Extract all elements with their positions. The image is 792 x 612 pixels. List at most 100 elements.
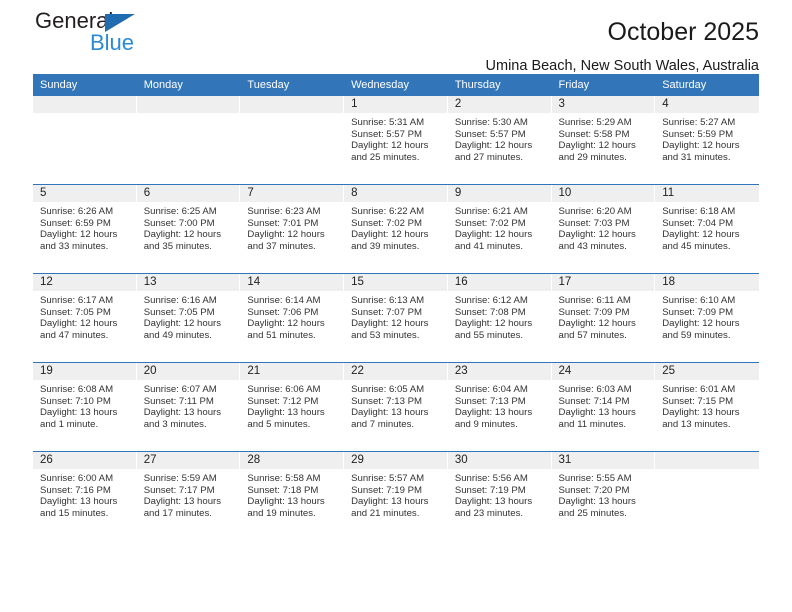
calendar-day-cell[interactable]: 23 Sunrise: 6:04 AM Sunset: 7:13 PM Dayligh… xyxy=(447,362,552,452)
calendar-day-cell[interactable]: 27 Sunrise: 5:59 AM Sunset: 7:17 PM Dayligh… xyxy=(136,452,241,541)
calendar-day-cell[interactable]: 6 Sunrise: 6:25 AM Sunset: 7:00 PM Daylight… xyxy=(136,184,241,274)
calendar-day-cell[interactable]: 9 Sunrise: 6:21 AM Sunset: 7:02 PM Daylight… xyxy=(447,184,552,274)
day-detail-line: Sunset: 7:01 PM xyxy=(247,217,319,229)
day-cell-inner: 11 Sunrise: 6:18 AM Sunset: 7:04 PM Dayligh… xyxy=(655,185,759,273)
calendar-empty-cell xyxy=(136,96,241,185)
day-details: Sunrise: 6:21 AM Sunset: 7:02 PM Daylight:… xyxy=(448,202,552,253)
day-detail-line: Daylight: 13 hours xyxy=(558,496,636,508)
weekday-header-wednesday: Wednesday xyxy=(344,74,448,96)
day-number: 31 xyxy=(551,452,656,469)
day-detail-line: Daylight: 13 hours xyxy=(662,407,740,419)
location-subtitle: Umina Beach, New South Wales, Australia xyxy=(485,58,759,74)
day-detail-line: Daylight: 12 hours xyxy=(247,318,325,330)
day-cell-inner: 7 Sunrise: 6:23 AM Sunset: 7:01 PM Daylight… xyxy=(240,185,345,273)
calendar-day-cell[interactable]: 7 Sunrise: 6:23 AM Sunset: 7:01 PM Daylight… xyxy=(240,184,345,274)
calendar-day-cell[interactable]: 4 Sunrise: 5:27 AM Sunset: 5:59 PM Daylight… xyxy=(655,96,759,185)
weekday-header-tuesday: Tuesday xyxy=(240,74,345,96)
calendar-day-cell[interactable]: 31 Sunrise: 5:55 AM Sunset: 7:20 PM Dayligh… xyxy=(551,452,656,541)
day-details: Sunrise: 6:23 AM Sunset: 7:01 PM Daylight:… xyxy=(240,202,344,253)
day-details: Sunrise: 5:55 AM Sunset: 7:20 PM Daylight:… xyxy=(552,469,656,520)
day-detail-line: and 3 minutes. xyxy=(143,419,207,431)
day-detail-line: Sunrise: 6:20 AM xyxy=(558,206,632,217)
calendar-week-row: 1 Sunrise: 5:31 AM Sunset: 5:57 PM Daylight… xyxy=(33,96,759,185)
day-number: 25 xyxy=(655,363,759,380)
calendar-day-cell[interactable]: 22 Sunrise: 6:05 AM Sunset: 7:13 PM Dayligh… xyxy=(344,362,448,452)
day-cell-inner: 20 Sunrise: 6:07 AM Sunset: 7:11 PM Dayligh… xyxy=(136,363,241,451)
day-detail-line: Sunrise: 5:56 AM xyxy=(454,473,528,484)
day-detail-line: Sunset: 7:09 PM xyxy=(558,306,630,318)
calendar-day-cell[interactable]: 3 Sunrise: 5:29 AM Sunset: 5:58 PM Daylight… xyxy=(551,96,656,185)
day-detail-line: and 7 minutes. xyxy=(351,419,415,431)
day-cell-inner: 28 Sunrise: 5:58 AM Sunset: 7:18 PM Dayligh… xyxy=(240,452,345,540)
calendar-day-cell[interactable]: 25 Sunrise: 6:01 AM Sunset: 7:15 PM Dayligh… xyxy=(655,362,759,452)
calendar-day-cell[interactable]: 26 Sunrise: 6:00 AM Sunset: 7:16 PM Dayligh… xyxy=(33,452,137,541)
calendar-day-cell[interactable]: 11 Sunrise: 6:18 AM Sunset: 7:04 PM Dayligh… xyxy=(655,184,759,274)
calendar-day-cell[interactable]: 16 Sunrise: 6:12 AM Sunset: 7:08 PM Dayligh… xyxy=(447,273,552,363)
day-detail-line: Daylight: 12 hours xyxy=(662,229,740,241)
calendar-day-cell[interactable]: 14 Sunrise: 6:14 AM Sunset: 7:06 PM Dayligh… xyxy=(240,273,345,363)
day-detail-line: and 5 minutes. xyxy=(247,419,311,431)
day-details: Sunrise: 5:57 AM Sunset: 7:19 PM Daylight:… xyxy=(344,469,448,520)
day-cell-inner: 19 Sunrise: 6:08 AM Sunset: 7:10 PM Dayligh… xyxy=(33,363,137,451)
day-detail-line: Sunrise: 6:01 AM xyxy=(662,384,736,395)
day-details: Sunrise: 5:27 AM Sunset: 5:59 PM Daylight:… xyxy=(655,113,759,164)
day-cell-inner: 29 Sunrise: 5:57 AM Sunset: 7:19 PM Dayligh… xyxy=(344,452,448,540)
day-detail-line: Sunrise: 6:17 AM xyxy=(40,295,114,306)
calendar-day-cell[interactable]: 17 Sunrise: 6:11 AM Sunset: 7:09 PM Dayligh… xyxy=(551,273,656,363)
day-number: 12 xyxy=(33,274,137,291)
day-number: 23 xyxy=(447,363,552,380)
day-detail-line: Sunset: 7:20 PM xyxy=(558,484,630,496)
calendar-day-cell[interactable]: 5 Sunrise: 6:26 AM Sunset: 6:59 PM Daylight… xyxy=(33,184,137,274)
day-details: Sunrise: 6:25 AM Sunset: 7:00 PM Daylight:… xyxy=(137,202,241,253)
day-detail-line: and 41 minutes. xyxy=(454,241,524,253)
calendar-day-cell[interactable]: 18 Sunrise: 6:10 AM Sunset: 7:09 PM Dayligh… xyxy=(655,273,759,363)
day-detail-line: Daylight: 12 hours xyxy=(558,318,636,330)
day-detail-line: Sunset: 7:10 PM xyxy=(40,395,111,407)
calendar-day-cell[interactable]: 21 Sunrise: 6:06 AM Sunset: 7:12 PM Dayligh… xyxy=(240,362,345,452)
day-details xyxy=(137,113,241,117)
day-detail-line: Daylight: 12 hours xyxy=(558,229,636,241)
day-number: 26 xyxy=(33,452,137,469)
day-number: 19 xyxy=(33,363,137,380)
day-detail-line: Daylight: 13 hours xyxy=(454,407,533,419)
day-detail-line: Sunset: 7:07 PM xyxy=(351,306,423,318)
day-details: Sunrise: 5:29 AM Sunset: 5:58 PM Daylight:… xyxy=(552,113,656,164)
day-detail-line: and 11 minutes. xyxy=(558,419,627,431)
day-detail-line: and 35 minutes. xyxy=(143,241,212,253)
day-detail-line: Sunset: 7:13 PM xyxy=(351,395,423,407)
day-detail-line: and 23 minutes. xyxy=(454,508,524,520)
day-detail-line: Daylight: 12 hours xyxy=(454,318,533,330)
general-blue-logo[interactable]: General Blue xyxy=(35,8,185,64)
day-details: Sunrise: 6:00 AM Sunset: 7:16 PM Daylight:… xyxy=(33,469,137,520)
calendar-day-cell[interactable]: 29 Sunrise: 5:57 AM Sunset: 7:19 PM Dayligh… xyxy=(344,452,448,541)
day-detail-line: Sunrise: 6:16 AM xyxy=(143,295,217,306)
day-cell-inner: 16 Sunrise: 6:12 AM Sunset: 7:08 PM Dayligh… xyxy=(447,274,552,362)
calendar-day-cell[interactable]: 1 Sunrise: 5:31 AM Sunset: 5:57 PM Daylight… xyxy=(344,96,448,185)
calendar-day-cell[interactable]: 8 Sunrise: 6:22 AM Sunset: 7:02 PM Daylight… xyxy=(344,184,448,274)
calendar-day-cell[interactable]: 12 Sunrise: 6:17 AM Sunset: 7:05 PM Dayligh… xyxy=(33,273,137,363)
day-detail-line: Sunset: 7:09 PM xyxy=(662,306,734,318)
calendar-day-cell[interactable]: 30 Sunrise: 5:56 AM Sunset: 7:19 PM Dayligh… xyxy=(447,452,552,541)
calendar-day-cell[interactable]: 10 Sunrise: 6:20 AM Sunset: 7:03 PM Dayligh… xyxy=(551,184,656,274)
day-cell-inner: 13 Sunrise: 6:16 AM Sunset: 7:05 PM Dayligh… xyxy=(136,274,241,362)
day-detail-line: Sunrise: 6:07 AM xyxy=(143,384,217,395)
calendar-day-cell[interactable]: 24 Sunrise: 6:03 AM Sunset: 7:14 PM Dayligh… xyxy=(551,362,656,452)
calendar-day-cell[interactable]: 28 Sunrise: 5:58 AM Sunset: 7:18 PM Dayligh… xyxy=(240,452,345,541)
calendar-week-row: 5 Sunrise: 6:26 AM Sunset: 6:59 PM Daylight… xyxy=(33,184,759,274)
calendar-day-cell[interactable]: 13 Sunrise: 6:16 AM Sunset: 7:05 PM Dayligh… xyxy=(136,273,241,363)
day-detail-line: Daylight: 13 hours xyxy=(351,407,429,419)
day-details: Sunrise: 6:12 AM Sunset: 7:08 PM Daylight:… xyxy=(448,291,552,342)
day-detail-line: Sunrise: 6:11 AM xyxy=(558,295,631,306)
weekday-header-sunday: Sunday xyxy=(33,74,137,96)
day-detail-line: Sunset: 7:04 PM xyxy=(662,217,734,229)
day-details xyxy=(33,113,137,117)
day-details: Sunrise: 5:30 AM Sunset: 5:57 PM Daylight:… xyxy=(448,113,552,164)
calendar-day-cell[interactable]: 20 Sunrise: 6:07 AM Sunset: 7:11 PM Dayligh… xyxy=(136,362,241,452)
day-number: 4 xyxy=(655,96,759,113)
day-detail-line: Sunrise: 6:00 AM xyxy=(40,473,114,484)
calendar-day-cell[interactable]: 2 Sunrise: 5:30 AM Sunset: 5:57 PM Daylight… xyxy=(447,96,552,185)
day-detail-line: Sunrise: 5:30 AM xyxy=(454,117,528,128)
calendar-day-cell[interactable]: 19 Sunrise: 6:08 AM Sunset: 7:10 PM Dayligh… xyxy=(33,362,137,452)
calendar-day-cell[interactable]: 15 Sunrise: 6:13 AM Sunset: 7:07 PM Dayligh… xyxy=(344,273,448,363)
day-details: Sunrise: 6:14 AM Sunset: 7:06 PM Daylight:… xyxy=(240,291,344,342)
